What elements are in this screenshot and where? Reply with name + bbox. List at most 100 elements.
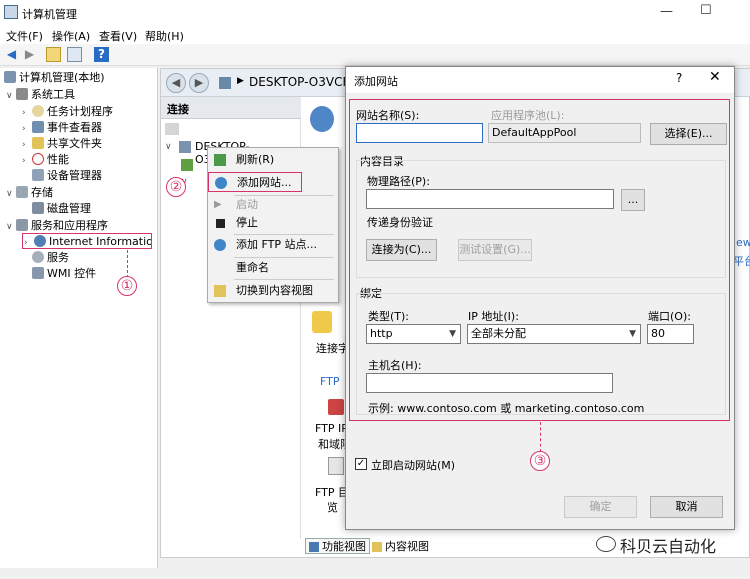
port-label: 端口(O):	[648, 310, 691, 323]
chevron-right-icon[interactable]: ›	[22, 153, 32, 169]
connections-header: 连接	[161, 97, 301, 119]
chevron-right-icon[interactable]: ›	[22, 137, 32, 153]
computer-management-icon	[4, 5, 18, 19]
app-pool-field: DefaultAppPool	[488, 123, 641, 143]
tree-performance[interactable]: › 性能	[22, 152, 69, 168]
annotation-1: ①	[117, 276, 137, 296]
maximize-button[interactable]: ☐	[700, 3, 712, 18]
console-tree: 计算机管理(本地) ∨ 系统工具 › 任务计划程序 › 事件查看器 › 共享文件夹 › 性…	[0, 68, 158, 568]
tree-system-tools[interactable]: ∨ 系统工具	[6, 87, 75, 103]
tree-device-manager[interactable]: 设备管理器	[32, 168, 102, 184]
tree-services-apps[interactable]: ∨ 服务和应用程序	[6, 218, 108, 234]
shared-folder-icon	[32, 137, 44, 149]
cancel-button[interactable]: 取消	[650, 496, 723, 518]
add-website-icon	[215, 177, 227, 189]
right-pane-text-1[interactable]: ew	[736, 236, 750, 249]
back-icon[interactable]: ◀	[166, 73, 186, 93]
content-view-icon	[214, 285, 226, 297]
ip-select[interactable]: 全部未分配 ▼	[467, 324, 641, 344]
select-button[interactable]: 选择(E)...	[650, 123, 727, 145]
tree-disk-management[interactable]: 磁盘管理	[32, 201, 91, 217]
menu-action[interactable]: 操作(A)	[52, 28, 90, 44]
tree-task-scheduler[interactable]: › 任务计划程序	[22, 104, 113, 120]
connect-as-button[interactable]: 连接为(C)...	[366, 239, 437, 261]
close-icon[interactable]: ✕	[709, 69, 721, 85]
tree-shared-folders[interactable]: › 共享文件夹	[22, 136, 102, 152]
refresh-icon	[214, 154, 226, 166]
start-now-label: 立即启动网站(M)	[371, 459, 456, 472]
help-button[interactable]: ?	[676, 71, 682, 85]
back-icon[interactable]: ◀	[4, 47, 19, 62]
event-viewer-icon	[32, 121, 44, 133]
right-pane-text-2[interactable]: 平台	[733, 253, 750, 269]
toolbar: ◀ ▶ ?	[0, 44, 750, 66]
feature-ftp-dir[interactable]: FTP 目	[315, 484, 349, 500]
wmi-icon	[32, 267, 44, 279]
chevron-down-icon[interactable]: ∨	[6, 186, 16, 202]
add-ftp-icon	[214, 239, 226, 251]
connect-icon[interactable]	[165, 123, 179, 135]
dialog-title: 添加网站	[354, 75, 398, 88]
host-input[interactable]	[366, 373, 613, 393]
tools-icon	[16, 88, 28, 100]
annotation-line-1	[127, 250, 128, 278]
start-now-checkbox[interactable]: ✓	[355, 458, 367, 470]
app-pools-icon	[181, 159, 193, 171]
tree-storage[interactable]: ∨ 存储	[6, 185, 53, 201]
help-icon[interactable]: ?	[94, 47, 109, 62]
site-name-input[interactable]	[356, 123, 483, 143]
forward-icon[interactable]: ▶	[22, 47, 37, 62]
window-title: 计算机管理	[22, 8, 77, 21]
physical-path-input[interactable]	[366, 189, 614, 209]
pass-auth-label: 传递身份验证	[367, 216, 433, 229]
menu-help[interactable]: 帮助(H)	[145, 28, 184, 44]
iis-globe-icon	[34, 235, 46, 247]
iis-globe-icon	[310, 106, 334, 132]
status-bar	[0, 568, 750, 579]
menu-item-add-ftp[interactable]: 添加 FTP 站点...	[208, 235, 338, 255]
server-icon	[219, 77, 231, 89]
play-icon: ▶	[214, 199, 222, 210]
breadcrumb[interactable]: DESKTOP-O3VCFS	[249, 75, 357, 89]
ip-label: IP 地址(I):	[468, 310, 519, 323]
device-manager-icon	[32, 169, 44, 181]
tree-event-viewer[interactable]: › 事件查看器	[22, 120, 102, 136]
annotation-2: ②	[166, 177, 186, 197]
chevron-right-icon[interactable]: ›	[22, 105, 32, 121]
chevron-down-icon[interactable]: ∨	[165, 142, 172, 152]
chevron-down-icon[interactable]: ∨	[6, 88, 16, 104]
menu-file[interactable]: 文件(F)	[6, 28, 43, 44]
chevron-right-icon[interactable]: ›	[24, 235, 34, 248]
clock-icon	[32, 105, 44, 117]
minimize-button[interactable]: —	[660, 4, 673, 19]
folder-up-icon[interactable]	[46, 47, 61, 62]
tree-services[interactable]: 服务	[32, 250, 69, 266]
forward-icon[interactable]: ▶	[189, 73, 209, 93]
type-label: 类型(T):	[368, 310, 410, 323]
annotation-line-3	[540, 422, 541, 452]
ftp-section-label: FTP	[320, 375, 340, 388]
tree-iis[interactable]: ›Internet Information S	[22, 233, 152, 249]
menu-item-switch-content[interactable]: 切换到内容视图	[208, 281, 338, 301]
browse-button[interactable]: ...	[621, 189, 645, 211]
menu-view[interactable]: 查看(V)	[99, 28, 137, 44]
chevron-down-icon[interactable]: ∨	[6, 219, 16, 235]
type-select[interactable]: http ▼	[366, 324, 461, 344]
menu-item-rename[interactable]: 重命名	[208, 258, 338, 278]
tab-feature-view[interactable]: 功能视图	[305, 538, 370, 554]
show-hide-tree-icon[interactable]	[67, 47, 82, 62]
menu-item-stop[interactable]: 停止	[208, 213, 338, 233]
ok-button: 确定	[564, 496, 637, 518]
watermark: 科贝云自动化	[620, 537, 717, 556]
tree-wmi[interactable]: WMI 控件	[32, 266, 96, 282]
content-view-icon	[372, 542, 382, 552]
chevron-right-icon[interactable]: ›	[22, 121, 32, 137]
port-input[interactable]: 80	[647, 324, 694, 344]
menu-item-add-site[interactable]: 添加网站...	[208, 172, 302, 192]
menu-item-refresh[interactable]: 刷新(R)	[208, 150, 338, 170]
tree-root[interactable]: 计算机管理(本地)	[4, 70, 105, 86]
feature-ftp-dir-2: 览	[327, 501, 338, 514]
feature-ftp-ip[interactable]: FTP IP	[315, 422, 348, 435]
tab-content-view[interactable]: 内容视图	[368, 538, 433, 554]
performance-icon	[32, 153, 44, 165]
